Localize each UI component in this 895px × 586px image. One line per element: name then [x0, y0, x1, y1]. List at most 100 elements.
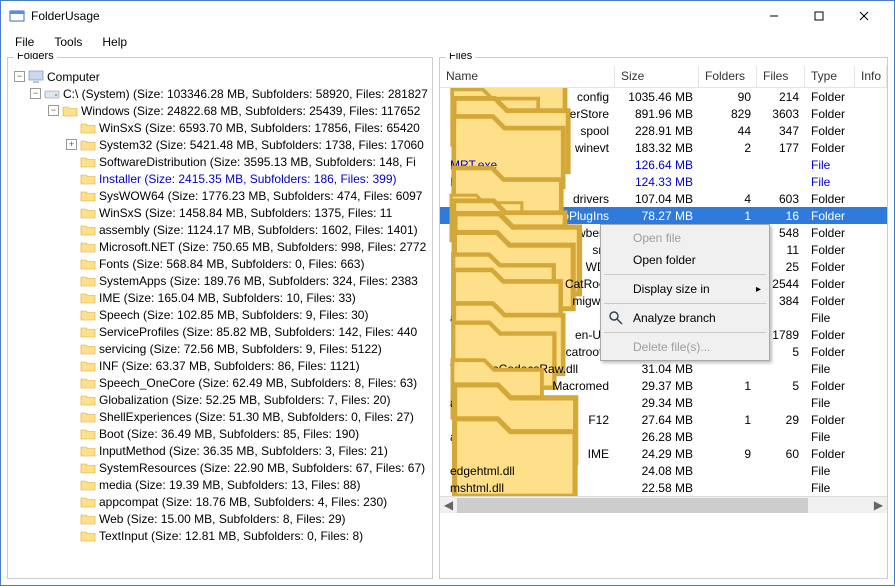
tree-row[interactable]: WinSxS (Size: 6593.70 MB, Subfolders: 17…	[8, 119, 432, 136]
tree-label: Microsoft.NET (Size: 750.65 MB, Subfolde…	[99, 240, 426, 254]
col-size[interactable]: Size	[615, 66, 699, 87]
file-folders: 2	[699, 141, 757, 155]
tree-row[interactable]: Web (Size: 15.00 MB, Subfolders: 8, File…	[8, 510, 432, 527]
tree-row[interactable]: INF (Size: 63.37 MB, Subfolders: 86, Fil…	[8, 357, 432, 374]
tree-label: media (Size: 19.39 MB, Subfolders: 13, F…	[99, 478, 360, 492]
minimize-button[interactable]	[751, 1, 796, 31]
tree-row[interactable]: InputMethod (Size: 36.35 MB, Subfolders:…	[8, 442, 432, 459]
file-files: 5	[757, 379, 805, 393]
ctx-open-folder[interactable]: Open folder	[603, 249, 767, 271]
table-row[interactable]: edgehtml.dll24.08 MBFile	[440, 462, 887, 479]
tree-row[interactable]: IME (Size: 165.04 MB, Subfolders: 10, Fi…	[8, 289, 432, 306]
file-type: File	[805, 158, 855, 172]
file-folders: 90	[699, 90, 757, 104]
tree-row[interactable]: ShellExperiences (Size: 51.30 MB, Subfol…	[8, 408, 432, 425]
file-files: 3603	[757, 107, 805, 121]
tree-row[interactable]: SystemApps (Size: 189.76 MB, Subfolders:…	[8, 272, 432, 289]
file-size: 24.08 MB	[615, 464, 699, 478]
tree-row[interactable]: Speech (Size: 102.85 MB, Subfolders: 9, …	[8, 306, 432, 323]
files-hscrollbar[interactable]: ◀ ▶	[440, 496, 887, 513]
files-panel: Files Name Size Folders Files Type Info …	[439, 57, 888, 579]
tree-label: WinSxS (Size: 6593.70 MB, Subfolders: 17…	[99, 121, 420, 135]
tree-row[interactable]: Microsoft.NET (Size: 750.65 MB, Subfolde…	[8, 238, 432, 255]
ctx-analyze-branch[interactable]: Analyze branch	[603, 307, 767, 329]
tree-label: ServiceProfiles (Size: 85.82 MB, Subfold…	[99, 325, 417, 339]
tree-row[interactable]: media (Size: 19.39 MB, Subfolders: 13, F…	[8, 476, 432, 493]
collapse-toggle[interactable]: −	[14, 71, 25, 82]
ctx-open-file: Open file	[603, 227, 767, 249]
file-size: 24.29 MB	[615, 447, 699, 461]
maximize-button[interactable]	[796, 1, 841, 31]
file-name: IME	[588, 447, 609, 461]
close-button[interactable]	[841, 1, 886, 31]
tree-row[interactable]: +System32 (Size: 5421.48 MB, Subfolders:…	[8, 136, 432, 153]
col-files[interactable]: Files	[757, 66, 805, 87]
file-folders: 9	[699, 447, 757, 461]
file-size: 126.64 MB	[615, 158, 699, 172]
tree-label: assembly (Size: 1124.17 MB, Subfolders: …	[99, 223, 418, 237]
tree-row[interactable]: ServiceProfiles (Size: 85.82 MB, Subfold…	[8, 323, 432, 340]
file-folders: 1	[699, 209, 757, 223]
tree-row[interactable]: WinSxS (Size: 1458.84 MB, Subfolders: 13…	[8, 204, 432, 221]
tree-row[interactable]: − Computer	[8, 68, 432, 85]
file-size: 31.04 MB	[615, 362, 699, 376]
col-info[interactable]: Info	[855, 66, 887, 87]
tree-row[interactable]: Installer (Size: 2415.35 MB, Subfolders:…	[8, 170, 432, 187]
tree-label: Computer	[47, 70, 100, 84]
tree-row[interactable]: Globalization (Size: 52.25 MB, Subfolder…	[8, 391, 432, 408]
folder-tree[interactable]: −Computer−C:\ (System) (Size: 103346.28 …	[8, 66, 432, 578]
table-row[interactable]: mshtml.dll22.58 MBFile	[440, 479, 887, 496]
tree-row[interactable]: −Windows (Size: 24822.68 MB, Subfolders:…	[8, 102, 432, 119]
tree-row[interactable]: TextInput (Size: 12.81 MB, Subfolders: 0…	[8, 527, 432, 544]
tree-row[interactable]: Speech_OneCore (Size: 62.49 MB, Subfolde…	[8, 374, 432, 391]
file-type: Folder	[805, 124, 855, 138]
file-size: 1035.46 MB	[615, 90, 699, 104]
col-folders[interactable]: Folders	[699, 66, 757, 87]
col-type[interactable]: Type	[805, 66, 855, 87]
tree-row[interactable]: assembly (Size: 1124.17 MB, Subfolders: …	[8, 221, 432, 238]
folders-panel: Folders −Computer−C:\ (System) (Size: 10…	[7, 57, 433, 579]
tree-row[interactable]: SysWOW64 (Size: 1776.23 MB, Subfolders: …	[8, 187, 432, 204]
menu-tools[interactable]: Tools	[44, 33, 92, 51]
tree-row[interactable]: − C:\ (System) (Size: 103346.28 MB, Subfo…	[8, 85, 432, 102]
file-files: 177	[757, 141, 805, 155]
table-row[interactable]: IME24.29 MB960Folder	[440, 445, 887, 462]
tree-label: Boot (Size: 36.49 MB, Subfolders: 85, Fi…	[99, 427, 359, 441]
folders-panel-label: Folders	[14, 53, 57, 62]
col-name[interactable]: Name	[440, 66, 615, 87]
file-folders: 44	[699, 124, 757, 138]
file-size: 124.33 MB	[615, 175, 699, 189]
file-folders: 1	[699, 413, 757, 427]
file-type: File	[805, 396, 855, 410]
tree-label: WinSxS (Size: 1458.84 MB, Subfolders: 13…	[99, 206, 392, 220]
tree-row[interactable]: servicing (Size: 72.56 MB, Subfolders: 9…	[8, 340, 432, 357]
scroll-left-icon[interactable]: ◀	[440, 497, 457, 514]
tree-row[interactable]: appcompat (Size: 18.76 MB, Subfolders: 4…	[8, 493, 432, 510]
tree-label: C:\ (System) (Size: 103346.28 MB, Subfol…	[63, 87, 428, 101]
scroll-right-icon[interactable]: ▶	[870, 497, 887, 514]
file-size: 29.37 MB	[615, 379, 699, 393]
tree-label: Fonts (Size: 568.84 MB, Subfolders: 0, F…	[99, 257, 364, 271]
menu-file[interactable]: File	[5, 33, 44, 51]
file-type: Folder	[805, 328, 855, 342]
collapse-toggle[interactable]: −	[30, 88, 41, 99]
ctx-display-size[interactable]: Display size in▸	[603, 278, 767, 300]
file-size: 78.27 MB	[615, 209, 699, 223]
file-size: 29.34 MB	[615, 396, 699, 410]
tree-row[interactable]: SystemResources (Size: 22.90 MB, Subfold…	[8, 459, 432, 476]
file-size: 891.96 MB	[615, 107, 699, 121]
file-type: Folder	[805, 226, 855, 240]
tree-label: SysWOW64 (Size: 1776.23 MB, Subfolders: …	[99, 189, 422, 203]
tree-row[interactable]: SoftwareDistribution (Size: 3595.13 MB, …	[8, 153, 432, 170]
file-type: Folder	[805, 90, 855, 104]
menu-help[interactable]: Help	[92, 33, 137, 51]
collapse-toggle[interactable]: −	[48, 105, 59, 116]
expand-toggle[interactable]: +	[66, 139, 77, 150]
titlebar: FolderUsage	[1, 1, 894, 31]
file-files: 603	[757, 192, 805, 206]
tree-row[interactable]: Fonts (Size: 568.84 MB, Subfolders: 0, F…	[8, 255, 432, 272]
file-type: File	[805, 362, 855, 376]
tree-row[interactable]: Boot (Size: 36.49 MB, Subfolders: 85, Fi…	[8, 425, 432, 442]
tree-label: ShellExperiences (Size: 51.30 MB, Subfol…	[99, 410, 414, 424]
content-area: Folders −Computer−C:\ (System) (Size: 10…	[1, 53, 894, 585]
